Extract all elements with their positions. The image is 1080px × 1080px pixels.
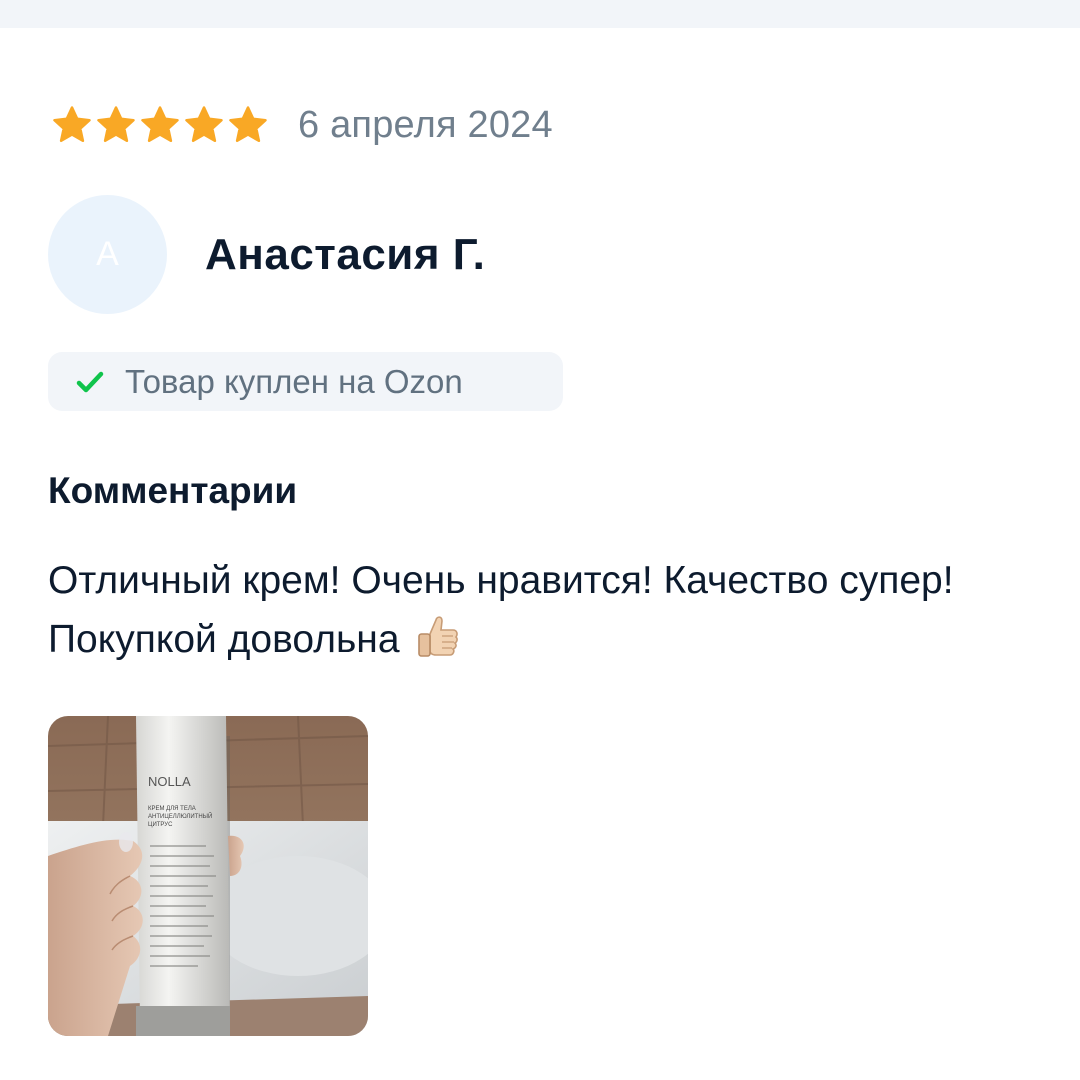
review-card: 6 апреля 2024 А Анастасия Г. Товар купле… [0, 0, 1080, 1080]
review-comment-text: Отличный крем! Очень нравится! Качество … [48, 559, 954, 661]
avatar[interactable]: А [48, 195, 167, 314]
verified-purchase-text: Товар куплен на Ozon [125, 362, 463, 400]
star-icon [185, 106, 223, 143]
comments-heading: Комментарии [48, 470, 298, 511]
product-photo-image: NOLLA КРЕМ ДЛЯ ТЕЛА АНТИЦЕЛЛЮЛИТНЫЙ ЦИТР… [48, 716, 368, 1036]
review-photo[interactable]: NOLLA КРЕМ ДЛЯ ТЕЛА АНТИЦЕЛЛЮЛИТНЫЙ ЦИТР… [48, 716, 368, 1036]
check-icon [76, 371, 104, 392]
star-icon [97, 106, 135, 143]
rating-row: 6 апреля 2024 [52, 100, 553, 150]
author-row[interactable]: А Анастасия Г. [48, 195, 485, 314]
star-rating [52, 105, 268, 145]
photo-brand: NOLLA [148, 774, 191, 789]
author-name[interactable]: Анастасия Г. [205, 230, 485, 280]
star-icon [53, 106, 91, 143]
star-icon [229, 106, 267, 143]
thumbs-up-icon [418, 616, 459, 657]
top-divider [0, 0, 1080, 28]
verified-purchase-badge: Товар куплен на Ozon [48, 352, 563, 411]
star-icon [141, 106, 179, 143]
photo-label-2: АНТИЦЕЛЛЮЛИТНЫЙ [148, 812, 212, 820]
photo-label-1: КРЕМ ДЛЯ ТЕЛА [148, 806, 196, 812]
avatar-initial: А [96, 235, 119, 273]
review-comment: Отличный крем! Очень нравится! Качество … [48, 551, 1008, 669]
photo-label-3: ЦИТРУС [148, 822, 173, 828]
review-date: 6 апреля 2024 [298, 103, 553, 146]
